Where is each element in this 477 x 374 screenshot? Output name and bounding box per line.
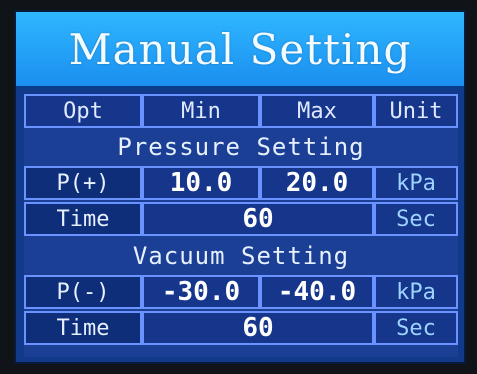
pressure-unit: kPa [374,166,458,200]
vacuum-unit: kPa [374,275,458,309]
pressure-max-field[interactable]: 20.0 [260,166,374,200]
vacuum-max-field[interactable]: -40.0 [260,275,374,309]
pressure-time-unit: Sec [374,202,458,236]
vacuum-time-field[interactable]: 60 [142,311,374,345]
vacuum-time-label: Time [24,311,142,345]
settings-table: Opt Min Max Unit Pressure Setting P(+) 1… [24,94,458,357]
vacuum-label: P(-) [24,275,142,309]
table-header-row: Opt Min Max Unit [24,94,458,128]
header-min: Min [142,94,260,128]
pressure-section-title: Pressure Setting [117,133,365,161]
vacuum-section-title: Vacuum Setting [132,242,350,270]
header-unit: Unit [374,94,458,128]
vacuum-time-row: Time 60 Sec [24,311,458,345]
pressure-time-row: Time 60 Sec [24,202,458,236]
header-opt: Opt [24,94,142,128]
header-max: Max [260,94,374,128]
vacuum-min-field[interactable]: -30.0 [142,275,260,309]
pressure-time-field[interactable]: 60 [142,202,374,236]
hmi-screen: Manual Setting Opt Min Max Unit Pressure… [14,10,466,364]
vacuum-time-unit: Sec [374,311,458,345]
vacuum-row: P(-) -30.0 -40.0 kPa [24,275,458,309]
pressure-row: P(+) 10.0 20.0 kPa [24,166,458,200]
pressure-time-label: Time [24,202,142,236]
pressure-min-field[interactable]: 10.0 [142,166,260,200]
pressure-label: P(+) [24,166,142,200]
page-title: Manual Setting [68,24,412,74]
title-bar: Manual Setting [16,12,464,89]
